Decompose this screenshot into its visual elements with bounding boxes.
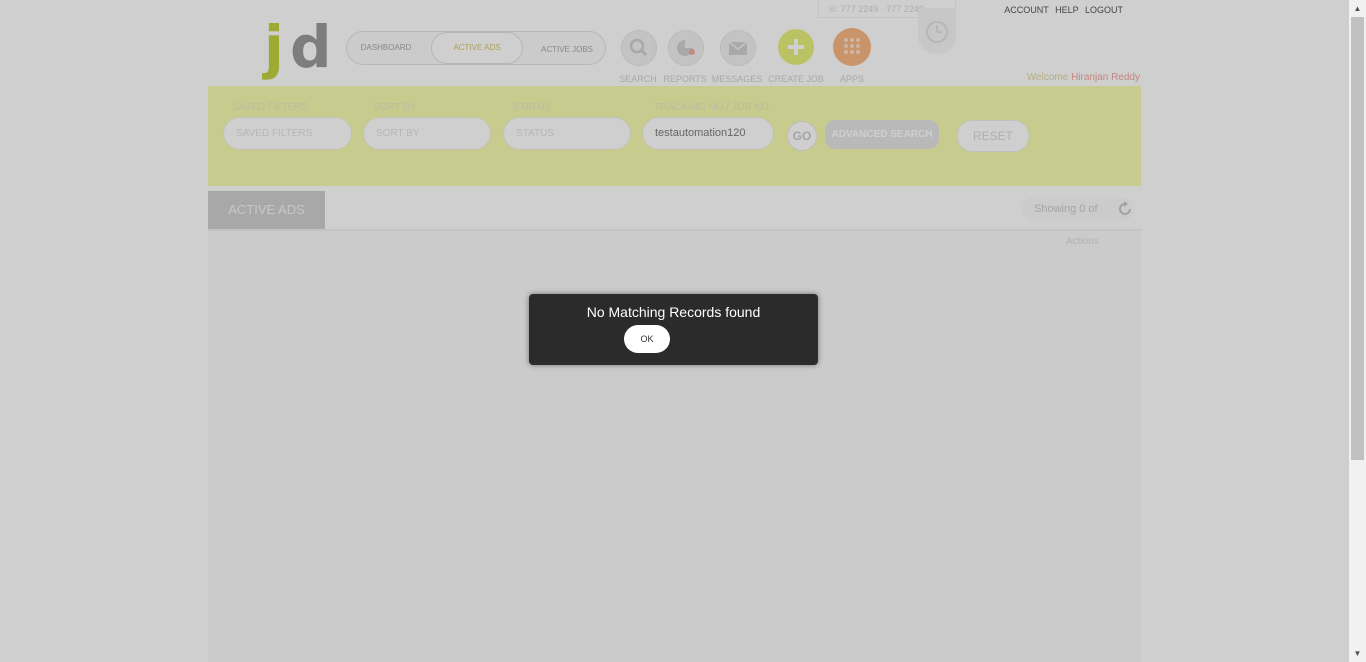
scrollbar-thumb[interactable] xyxy=(1351,17,1364,460)
ok-button[interactable]: OK xyxy=(624,325,670,353)
dialog-message: No Matching Records found xyxy=(586,304,761,320)
scroll-down-arrow-icon[interactable]: ▼ xyxy=(1349,645,1366,662)
vertical-scrollbar[interactable]: ▲ ▼ xyxy=(1349,0,1366,662)
alert-dialog: No Matching Records found OK xyxy=(529,294,818,365)
scroll-up-arrow-icon[interactable]: ▲ xyxy=(1349,0,1366,17)
